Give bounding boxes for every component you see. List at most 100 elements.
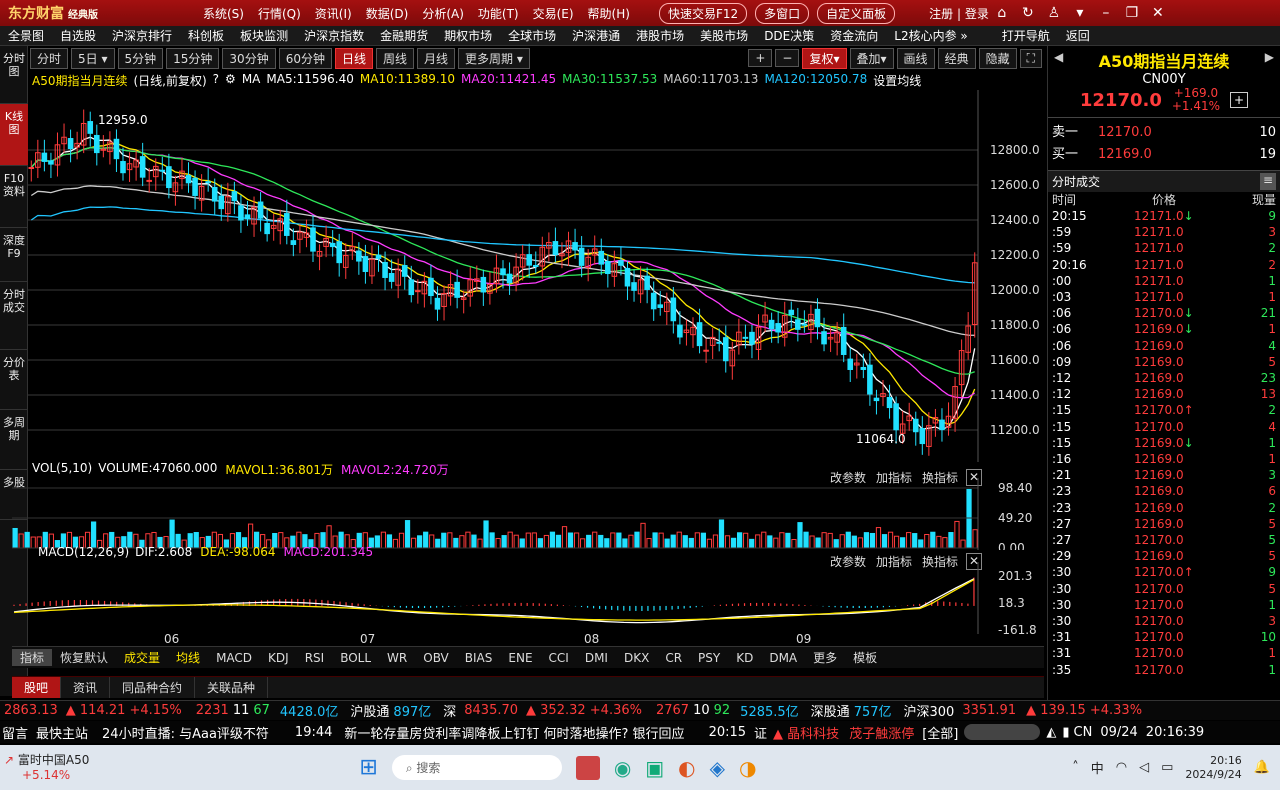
news-headline[interactable]: 新一轮存量房贷利率调降板上钉钉 何时落地操作? 银行回应 <box>344 723 684 742</box>
volume-icon[interactable]: ◁ <box>1139 760 1149 775</box>
period-60min[interactable]: 60分钟 <box>278 47 332 69</box>
wechat-icon[interactable]: ▣ <box>645 756 664 780</box>
indicator-tab-12[interactable]: CCI <box>541 651 577 665</box>
eastmoney-icon[interactable]: ◐ <box>678 756 695 780</box>
indicator-tab-20[interactable]: 模板 <box>845 649 885 666</box>
indicator-tab-19[interactable]: 更多 <box>805 649 845 666</box>
tab-price-table[interactable]: 分价表 <box>0 350 28 410</box>
news-stock1[interactable]: ▲ 晶科科技 <box>773 723 839 742</box>
indicator-tab-7[interactable]: BOLL <box>332 651 379 665</box>
tab-kline[interactable]: K线图 <box>0 104 28 166</box>
zoom-out-button[interactable]: − <box>775 49 800 67</box>
indicator-tab-13[interactable]: DMI <box>577 651 616 665</box>
search-input[interactable] <box>964 724 1041 740</box>
nav-index[interactable]: 沪深京指数 <box>296 27 372 44</box>
menu-quotes[interactable]: 行情(Q) <box>251 5 308 22</box>
period-15min[interactable]: 15分钟 <box>166 47 220 69</box>
live-news[interactable]: 24小时直播: 与Aaa评级不符 <box>102 723 269 742</box>
a50-widget[interactable]: ↗ 富时中国A50 +5.14% <box>4 753 89 783</box>
nav-hk[interactable]: 港股市场 <box>628 27 692 44</box>
windows-start-icon[interactable]: ⊞ <box>359 755 377 780</box>
tab-f10[interactable]: F10资料 <box>0 166 28 228</box>
tab-multi-period[interactable]: 多周期 <box>0 410 28 470</box>
period-monthly[interactable]: 月线 <box>417 47 456 69</box>
menu-analysis[interactable]: 分析(A) <box>415 5 471 22</box>
register-login-link[interactable]: 注册 | 登录 <box>929 5 989 22</box>
period-daily[interactable]: 日线 <box>334 47 373 69</box>
nav-options[interactable]: 期权市场 <box>436 27 500 44</box>
news-stock2[interactable]: 茂子触涨停 <box>849 723 914 742</box>
nav-panorama[interactable]: 全景图 <box>0 27 52 44</box>
gear-icon[interactable]: ⚙ <box>225 72 236 88</box>
tab-related[interactable]: 关联品种 <box>195 677 269 698</box>
indicator-tab-0[interactable]: 指标 <box>12 649 53 666</box>
menu-data[interactable]: 数据(D) <box>359 5 416 22</box>
period-5day[interactable]: 5日 ▾ <box>71 47 115 69</box>
tab-trades[interactable]: 分时成交 <box>0 282 28 350</box>
edge-icon[interactable]: ◉ <box>614 756 631 780</box>
refresh-icon[interactable]: ↻ <box>1015 5 1041 21</box>
period-intraday[interactable]: 分时 <box>30 47 69 69</box>
nav-connect[interactable]: 沪深港通 <box>564 27 628 44</box>
menu-help[interactable]: 帮助(H) <box>581 5 637 22</box>
tab-same-contract[interactable]: 同品种合约 <box>110 677 196 698</box>
message-link[interactable]: 留言 <box>2 723 28 742</box>
help-icon[interactable]: ? <box>213 72 219 88</box>
menu-function[interactable]: 功能(T) <box>471 5 526 22</box>
wifi-icon[interactable]: ◠ <box>1116 760 1127 775</box>
nav-star-market[interactable]: 科创板 <box>180 27 232 44</box>
indicator-tab-18[interactable]: DMA <box>761 651 805 665</box>
fullscreen-icon[interactable]: ⛶ <box>1019 48 1042 68</box>
indicator-tab-3[interactable]: 均线 <box>168 649 208 666</box>
taskbar-clock[interactable]: 20:16 2024/9/24 <box>1185 754 1241 782</box>
browser-icon[interactable]: ◑ <box>739 756 756 780</box>
app-thumbnail-icon[interactable] <box>575 755 600 780</box>
nav-sector-monitor[interactable]: 板块监测 <box>232 27 296 44</box>
battery-icon[interactable]: ▭ <box>1161 760 1173 775</box>
list-icon[interactable]: ≡ <box>1259 173 1276 190</box>
store-icon[interactable]: ◈ <box>710 756 725 780</box>
nav-global[interactable]: 全球市场 <box>500 27 564 44</box>
back-button[interactable]: 返回 <box>1058 27 1098 44</box>
menu-trade[interactable]: 交易(E) <box>526 5 581 22</box>
hide-button[interactable]: 隐藏 <box>978 47 1017 69</box>
shirt-icon[interactable]: ♙ <box>1041 5 1067 21</box>
indicator-tab-9[interactable]: OBV <box>415 651 457 665</box>
nav-fund-flow[interactable]: 资金流向 <box>822 27 886 44</box>
next-arrow-icon[interactable]: ▶ <box>1265 50 1274 64</box>
indicator-tab-11[interactable]: ENE <box>500 651 540 665</box>
adjust-button[interactable]: 复权▾ <box>802 47 847 69</box>
indicator-tab-8[interactable]: WR <box>379 651 415 665</box>
prev-arrow-icon[interactable]: ◀ <box>1054 50 1063 64</box>
indicator-tab-16[interactable]: PSY <box>690 651 728 665</box>
fastest-server[interactable]: 最快主站 <box>36 723 88 742</box>
indicator-tab-14[interactable]: DKX <box>616 651 657 665</box>
minimize-icon[interactable]: – <box>1093 5 1119 21</box>
indicator-tab-4[interactable]: MACD <box>208 651 260 665</box>
nav-futures[interactable]: 金融期货 <box>372 27 436 44</box>
nav-ranking[interactable]: 沪深京排行 <box>104 27 180 44</box>
period-30min[interactable]: 30分钟 <box>222 47 276 69</box>
nav-l2[interactable]: L2核心内参 » <box>886 27 975 44</box>
home-icon[interactable]: ⌂ <box>989 5 1015 21</box>
indicator-tab-5[interactable]: KDJ <box>260 651 297 665</box>
all-news-link[interactable]: [全部] <box>922 723 958 742</box>
classic-button[interactable]: 经典 <box>937 47 976 69</box>
period-more[interactable]: 更多周期 ▾ <box>458 47 530 69</box>
tab-intraday[interactable]: 分时图 <box>0 46 28 104</box>
dropdown-icon[interactable]: ▾ <box>1067 5 1093 21</box>
custom-panel-button[interactable]: 自定义面板 <box>817 2 896 24</box>
nav-dde[interactable]: DDE决策 <box>756 27 822 44</box>
menu-system[interactable]: 系统(S) <box>196 5 251 22</box>
add-watch-icon[interactable]: + <box>1230 92 1249 108</box>
zoom-in-button[interactable]: + <box>748 49 773 67</box>
nav-us[interactable]: 美股市场 <box>692 27 756 44</box>
indicator-tab-2[interactable]: 成交量 <box>116 649 168 666</box>
indicator-tab-6[interactable]: RSI <box>297 651 333 665</box>
menu-info[interactable]: 资讯(I) <box>308 5 359 22</box>
indicator-tab-10[interactable]: BIAS <box>457 651 501 665</box>
close-icon[interactable]: ✕ <box>1145 5 1171 21</box>
draw-button[interactable]: 画线 <box>896 47 935 69</box>
indicator-tab-17[interactable]: KD <box>728 651 761 665</box>
taskbar-search[interactable]: ⌕ 搜索 <box>391 755 562 780</box>
